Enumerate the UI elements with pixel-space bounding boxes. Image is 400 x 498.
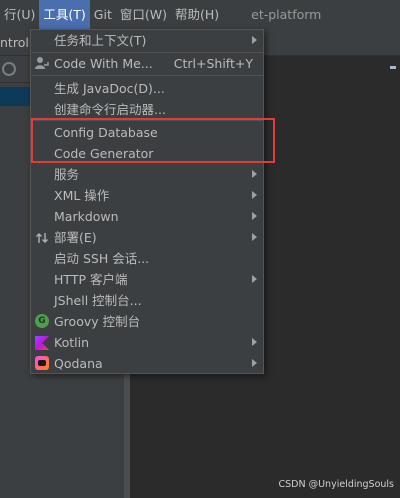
menu-bar: 行(U) 工具(T) Git 窗口(W) 帮助(H) et-platform: [0, 0, 400, 30]
menu-item-label: Kotlin: [54, 335, 89, 350]
menu-item-tasks-context[interactable]: 任务和上下文(T): [31, 30, 263, 51]
menu-item-label: 服务: [54, 167, 80, 182]
menu-item-label: Qodana: [54, 356, 103, 371]
qodana-icon: [35, 356, 49, 370]
deploy-arrows-icon: [35, 230, 49, 244]
menu-item-http-client[interactable]: HTTP 客户端: [31, 269, 263, 290]
kotlin-icon: [35, 335, 49, 350]
menu-item-label: Markdown: [54, 209, 119, 224]
menu-item-markdown[interactable]: Markdown: [31, 206, 263, 227]
editor-marker: [390, 66, 396, 69]
settings-gear-icon[interactable]: [2, 62, 16, 76]
menu-item-start-ssh[interactable]: 启动 SSH 会话...: [31, 248, 263, 269]
shortcut-label: Ctrl+Shift+Y: [173, 56, 253, 71]
menu-help[interactable]: 帮助(H): [171, 0, 223, 30]
ide-window: 行(U) 工具(T) Git 窗口(W) 帮助(H) et-platform n…: [0, 0, 400, 498]
annotation-highlight-box: [31, 118, 275, 163]
menu-item-label: 创建命令行启动器...: [54, 102, 166, 117]
menu-window[interactable]: 窗口(W): [116, 0, 171, 30]
submenu-arrow-icon: [252, 233, 257, 241]
menu-item-label: 启动 SSH 会话...: [54, 251, 150, 266]
menu-tools[interactable]: 工具(T): [39, 0, 90, 30]
menu-item-label: 部署(E): [54, 230, 97, 245]
submenu-arrow-icon: [252, 359, 257, 367]
menu-item-generate-javadoc[interactable]: 生成 JavaDoc(D)...: [31, 78, 263, 99]
menu-item-jshell-console[interactable]: JShell 控制台...: [31, 290, 263, 311]
submenu-arrow-icon: [252, 275, 257, 283]
menu-item-kotlin[interactable]: Kotlin: [31, 332, 263, 353]
menu-item-code-with-me[interactable]: Code With Me... Ctrl+Shift+Y: [31, 53, 263, 74]
menu-item-deployment[interactable]: 部署(E): [31, 227, 263, 248]
groovy-icon: G: [35, 314, 49, 328]
menu-item-label: XML 操作: [54, 188, 110, 203]
watermark: CSDN @UnyieldingSouls: [278, 479, 395, 490]
menu-separator: [32, 75, 264, 76]
submenu-arrow-icon: [252, 191, 257, 199]
submenu-arrow-icon: [252, 212, 257, 220]
menu-item-label: 生成 JavaDoc(D)...: [54, 81, 165, 96]
menu-item-create-launcher[interactable]: 创建命令行启动器...: [31, 99, 263, 120]
menu-item-xml-actions[interactable]: XML 操作: [31, 185, 263, 206]
menu-item-label: HTTP 客户端: [54, 272, 128, 287]
menu-item-label: 任务和上下文(T): [54, 33, 147, 48]
submenu-arrow-icon: [252, 338, 257, 346]
menu-item-label: Code With Me...: [54, 56, 153, 71]
submenu-arrow-icon: [252, 36, 257, 44]
menu-item-groovy-console[interactable]: G Groovy 控制台: [31, 311, 263, 332]
menu-item-label: JShell 控制台...: [54, 293, 142, 308]
menu-item-qodana[interactable]: Qodana: [31, 353, 263, 374]
menu-item-label: Groovy 控制台: [54, 314, 141, 329]
menu-item-services[interactable]: 服务: [31, 164, 263, 185]
menu-run[interactable]: 行(U): [0, 0, 39, 30]
menu-git[interactable]: Git: [90, 0, 116, 30]
project-title: et-platform: [251, 7, 322, 22]
tools-dropdown-menu: 任务和上下文(T) Code With Me... Ctrl+Shift+Y 生…: [30, 29, 264, 374]
user-icon: [35, 56, 49, 70]
submenu-arrow-icon: [252, 170, 257, 178]
